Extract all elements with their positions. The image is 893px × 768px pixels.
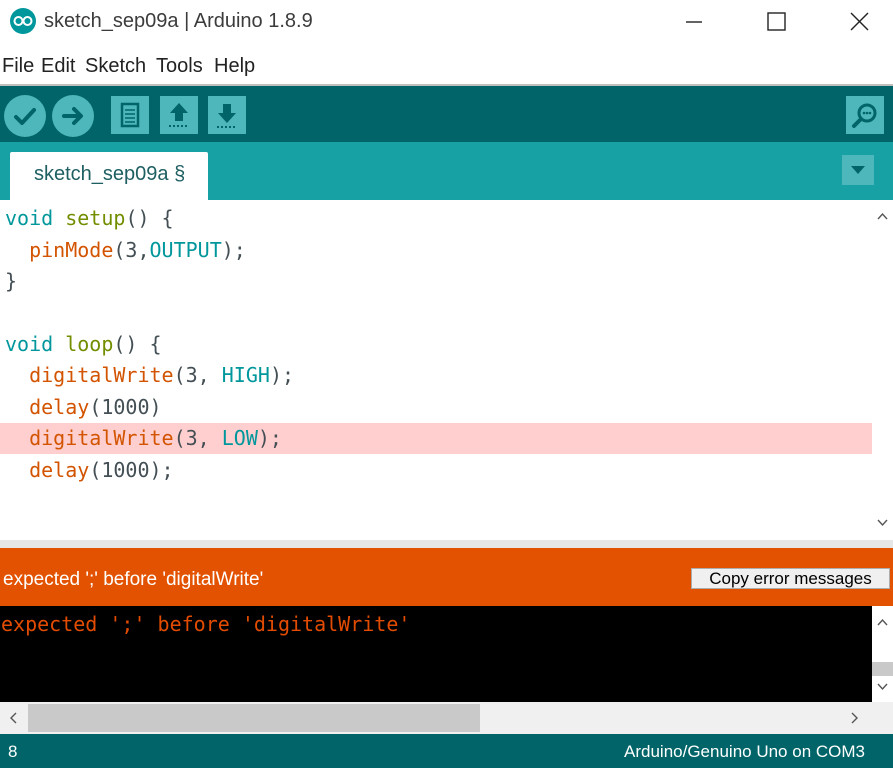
verify-button[interactable]: [4, 95, 46, 137]
code-token: }: [5, 269, 18, 293]
editor-scrollbar[interactable]: [872, 200, 893, 540]
code-token: HIGH: [221, 363, 270, 387]
open-icon: [169, 103, 189, 127]
menu-edit[interactable]: Edit: [41, 55, 75, 78]
code-token: );: [269, 363, 295, 387]
scroll-down-icon: [877, 683, 888, 691]
menu-sketch[interactable]: Sketch: [85, 55, 146, 78]
menu-help[interactable]: Help: [214, 55, 255, 78]
code-token: LOW: [221, 426, 258, 450]
open-button[interactable]: [160, 96, 198, 134]
code-token: () {: [113, 332, 162, 356]
verify-icon: [14, 108, 36, 125]
code-line: void loop() {: [0, 329, 872, 360]
code-token: (1000): [89, 395, 162, 419]
scroll-down-icon: [877, 519, 888, 527]
code-line: }: [0, 266, 872, 297]
code-token: void: [5, 206, 54, 230]
upload-button[interactable]: [52, 95, 94, 137]
scroll-right-icon: [851, 712, 858, 724]
code-line: pinMode(3,OUTPUT);: [0, 235, 872, 266]
window-title: sketch_sep09a | Arduino 1.8.9: [44, 10, 313, 32]
code-token: pinMode: [29, 238, 114, 262]
console-scrollbar[interactable]: [872, 606, 893, 702]
code-token: (1000);: [89, 458, 174, 482]
code-line: digitalWrite(3, HIGH);: [0, 360, 872, 391]
arduino-logo-icon: [10, 8, 36, 34]
tab-bar: sketch_sep09a §: [0, 142, 893, 200]
code-token: () {: [125, 206, 174, 230]
code-token: digitalWrite: [29, 426, 174, 450]
close-button[interactable]: [830, 0, 890, 46]
save-button[interactable]: [208, 96, 246, 134]
scroll-up-icon: [877, 212, 888, 220]
code-token: digitalWrite: [29, 363, 174, 387]
code-line: delay(1000): [0, 392, 872, 423]
triangle-down-icon: [851, 166, 865, 174]
menu-bar: File Edit Sketch Tools Help: [0, 50, 893, 82]
serial-monitor-button[interactable]: [846, 96, 884, 134]
editor-divider[interactable]: [0, 540, 893, 548]
code-token: void: [5, 332, 54, 356]
horizontal-scroll-thumb[interactable]: [28, 704, 480, 732]
serial-monitor-icon: [852, 103, 877, 128]
code-token: (3,: [173, 363, 222, 387]
save-icon: [217, 104, 237, 128]
board-port: Arduino/Genuino Uno on COM3: [624, 742, 865, 761]
upload-icon: [62, 107, 83, 125]
copy-error-messages-button[interactable]: Copy error messages: [691, 568, 890, 589]
console-horizontal-scrollbar[interactable]: [0, 702, 893, 734]
menu-tools[interactable]: Tools: [156, 55, 203, 78]
menu-file[interactable]: File: [2, 55, 34, 78]
tab-menu-button[interactable]: [842, 155, 874, 185]
error-bar: expected ';' before 'digitalWrite' Copy …: [0, 548, 893, 606]
code-token: (3,: [173, 426, 222, 450]
scroll-left-icon: [10, 712, 17, 724]
new-button[interactable]: [111, 96, 149, 134]
code-line: delay(1000);: [0, 455, 872, 486]
error-message: expected ';' before 'digitalWrite': [3, 569, 264, 590]
code-line-error: digitalWrite(3, LOW);: [0, 423, 872, 454]
toolbar: [0, 84, 893, 142]
code-token: delay: [29, 458, 90, 482]
new-icon: [120, 102, 140, 128]
code-line: void setup() {: [0, 203, 872, 234]
console-output[interactable]: expected ';' before 'digitalWrite': [0, 606, 872, 702]
console-scroll-thumb[interactable]: [872, 662, 893, 676]
code-token: );: [221, 238, 246, 262]
code-token: setup: [65, 206, 126, 230]
code-token: (3,: [113, 238, 150, 262]
code-editor[interactable]: void setup() { pinMode(3,OUTPUT);} void l…: [0, 200, 893, 540]
code-token: delay: [29, 395, 90, 419]
status-bar: 8 Arduino/Genuino Uno on COM3: [0, 734, 893, 768]
title-bar: sketch_sep09a | Arduino 1.8.9: [0, 0, 893, 46]
code-token: );: [257, 426, 282, 450]
console-line: expected ';' before 'digitalWrite': [1, 612, 411, 636]
line-number: 8: [8, 742, 18, 761]
maximize-button[interactable]: [746, 0, 806, 46]
scroll-up-icon: [877, 618, 888, 626]
tab-sketch[interactable]: sketch_sep09a §: [10, 152, 208, 200]
tab-label: sketch_sep09a §: [34, 163, 186, 185]
code-token: loop: [65, 332, 114, 356]
code-token: OUTPUT: [149, 238, 222, 262]
minimize-button[interactable]: [662, 0, 722, 46]
